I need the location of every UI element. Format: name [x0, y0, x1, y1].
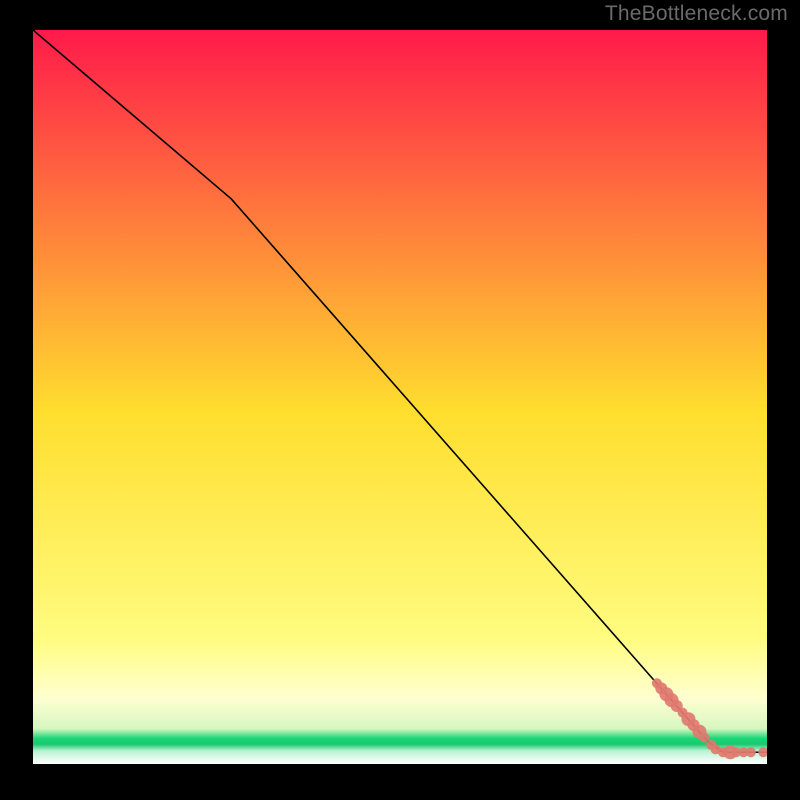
data-point [746, 747, 756, 757]
chart-container: TheBottleneck.com [0, 0, 800, 800]
chart-svg [33, 30, 767, 764]
plot-area [33, 30, 767, 764]
gradient-background [33, 30, 767, 764]
watermark-text: TheBottleneck.com [605, 2, 788, 26]
